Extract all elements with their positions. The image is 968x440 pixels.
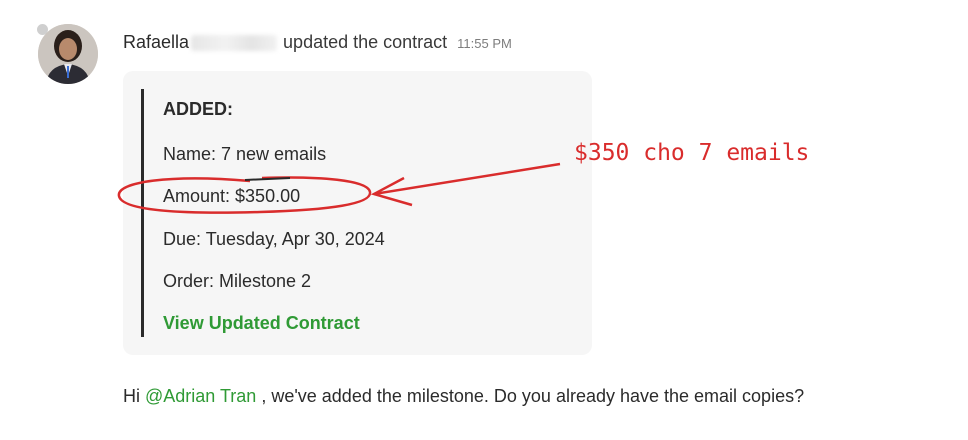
message-body: , we've added the milestone. Do you alre… bbox=[256, 386, 805, 406]
annotation-overlay bbox=[117, 162, 561, 214]
annotation-ellipse bbox=[117, 176, 372, 214]
annotation-note: $350 cho 7 emails bbox=[574, 140, 810, 166]
chat-message: Hi @Adrian Tran , we've added the milest… bbox=[123, 386, 804, 407]
message-greeting: Hi bbox=[123, 386, 145, 406]
annotation-underline bbox=[244, 177, 291, 181]
user-mention[interactable]: @Adrian Tran bbox=[145, 386, 256, 406]
